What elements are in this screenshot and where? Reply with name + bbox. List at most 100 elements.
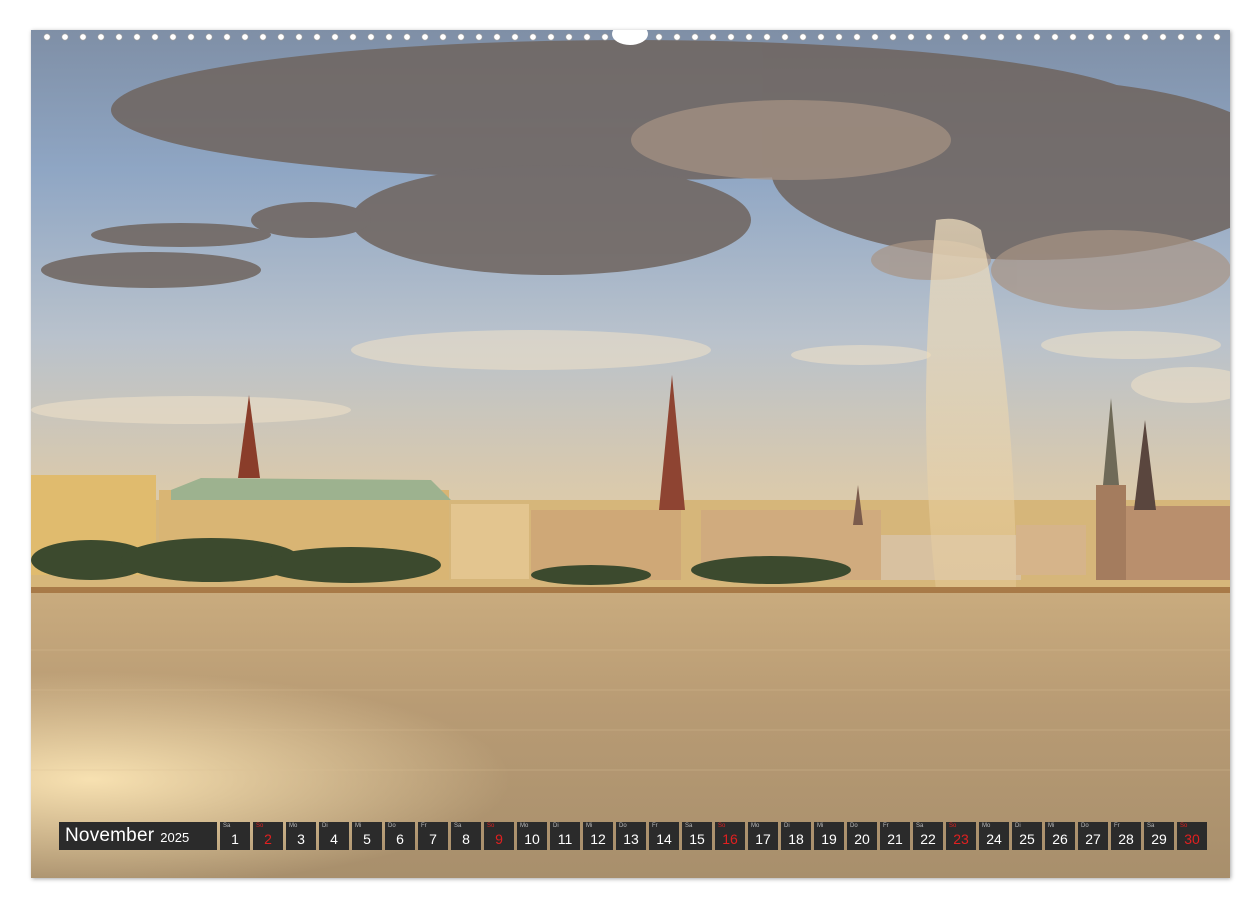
day-number: 22 bbox=[920, 831, 936, 847]
binding-hole bbox=[295, 33, 303, 41]
day-cell: So 2 bbox=[253, 822, 283, 850]
binding-hole bbox=[601, 33, 609, 41]
day-cell: Fr 14 bbox=[649, 822, 679, 850]
day-cell: Mi 5 bbox=[352, 822, 382, 850]
weekday-label: Mi bbox=[817, 823, 824, 829]
binding-hole bbox=[79, 33, 87, 41]
day-cell: Do 13 bbox=[616, 822, 646, 850]
weekday-label: Mi bbox=[1048, 823, 1055, 829]
binding-hole bbox=[943, 33, 951, 41]
binding-hole bbox=[1123, 33, 1131, 41]
day-cell: Do 27 bbox=[1078, 822, 1108, 850]
day-number: 30 bbox=[1184, 831, 1200, 847]
binding-hole bbox=[853, 33, 861, 41]
day-cell: Mi 19 bbox=[814, 822, 844, 850]
day-number: 20 bbox=[854, 831, 870, 847]
weekday-label: Mo bbox=[520, 823, 529, 829]
weekday-label: Mi bbox=[586, 823, 593, 829]
weekday-label: Di bbox=[322, 823, 328, 829]
binding-hole bbox=[871, 33, 879, 41]
day-cell: Di 11 bbox=[550, 822, 580, 850]
binding-hole bbox=[727, 33, 735, 41]
binding-hole bbox=[1159, 33, 1167, 41]
binding-hole bbox=[979, 33, 987, 41]
day-number: 26 bbox=[1052, 831, 1068, 847]
binding-hole bbox=[457, 33, 465, 41]
weekday-label: Do bbox=[388, 823, 396, 829]
binding-hole bbox=[421, 33, 429, 41]
weekday-label: So bbox=[949, 823, 957, 829]
binding-hole bbox=[961, 33, 969, 41]
day-number: 28 bbox=[1118, 831, 1134, 847]
weekday-label: Mi bbox=[355, 823, 362, 829]
weekday-label: Di bbox=[784, 823, 790, 829]
day-cell: Mo 24 bbox=[979, 822, 1009, 850]
weekday-label: Di bbox=[553, 823, 559, 829]
day-cell: Di 4 bbox=[319, 822, 349, 850]
weekday-label: Fr bbox=[421, 823, 427, 829]
day-number: 9 bbox=[495, 831, 503, 847]
binding-hole bbox=[1141, 33, 1149, 41]
binding-hole bbox=[43, 33, 51, 41]
day-cell: So 30 bbox=[1177, 822, 1207, 850]
day-cell: Mo 10 bbox=[517, 822, 547, 850]
day-number: 7 bbox=[429, 831, 437, 847]
day-number: 25 bbox=[1019, 831, 1035, 847]
day-cell: Fr 7 bbox=[418, 822, 448, 850]
binding-hole bbox=[367, 33, 375, 41]
weekday-label: Sa bbox=[223, 823, 231, 829]
day-number: 8 bbox=[462, 831, 470, 847]
binding-hole bbox=[475, 33, 483, 41]
day-number: 5 bbox=[363, 831, 371, 847]
binding-hole bbox=[97, 33, 105, 41]
day-number: 14 bbox=[656, 831, 672, 847]
binding-hole bbox=[691, 33, 699, 41]
weekday-label: So bbox=[487, 823, 495, 829]
day-cell: Do 20 bbox=[847, 822, 877, 850]
binding-hole bbox=[439, 33, 447, 41]
day-cell: Do 6 bbox=[385, 822, 415, 850]
binding-hole bbox=[205, 33, 213, 41]
weekday-label: Mo bbox=[751, 823, 760, 829]
day-number: 3 bbox=[297, 831, 305, 847]
binding-hole bbox=[385, 33, 393, 41]
binding-hole bbox=[1033, 33, 1041, 41]
binding-hole bbox=[997, 33, 1005, 41]
day-cell: Sa 15 bbox=[682, 822, 712, 850]
day-cell: Mi 12 bbox=[583, 822, 613, 850]
spiral-binding bbox=[31, 23, 1230, 45]
binding-hole bbox=[889, 33, 897, 41]
binding-hole bbox=[799, 33, 807, 41]
weekday-label: Mo bbox=[982, 823, 991, 829]
day-cell: So 23 bbox=[946, 822, 976, 850]
day-number: 19 bbox=[821, 831, 837, 847]
day-cell: Sa 29 bbox=[1144, 822, 1174, 850]
day-cell: So 16 bbox=[715, 822, 745, 850]
binding-hole bbox=[1213, 33, 1221, 41]
calendar-bar: November 2025 Sa 1 So 2 Mo 3 Di 4 Mi 5 Do 6 Fr 7 Sa 8 So… bbox=[59, 822, 1207, 850]
binding-hole bbox=[817, 33, 825, 41]
day-number: 23 bbox=[953, 831, 969, 847]
binding-hole bbox=[1177, 33, 1185, 41]
day-cell: Di 18 bbox=[781, 822, 811, 850]
day-number: 17 bbox=[755, 831, 771, 847]
binding-hole bbox=[169, 33, 177, 41]
day-cell: Fr 28 bbox=[1111, 822, 1141, 850]
binding-hole bbox=[1087, 33, 1095, 41]
weekday-label: Sa bbox=[685, 823, 693, 829]
day-number: 15 bbox=[689, 831, 705, 847]
day-number: 21 bbox=[887, 831, 903, 847]
weekday-label: Fr bbox=[652, 823, 658, 829]
weekday-label: Mo bbox=[289, 823, 298, 829]
weekday-label: Do bbox=[1081, 823, 1089, 829]
day-number: 6 bbox=[396, 831, 404, 847]
day-number: 12 bbox=[590, 831, 606, 847]
day-number: 13 bbox=[623, 831, 639, 847]
day-cell: Mo 3 bbox=[286, 822, 316, 850]
binding-hole bbox=[655, 33, 663, 41]
binding-hole bbox=[781, 33, 789, 41]
weekday-label: Do bbox=[850, 823, 858, 829]
binding-hole bbox=[1105, 33, 1113, 41]
binding-hole bbox=[673, 33, 681, 41]
month-name: November bbox=[65, 825, 155, 846]
